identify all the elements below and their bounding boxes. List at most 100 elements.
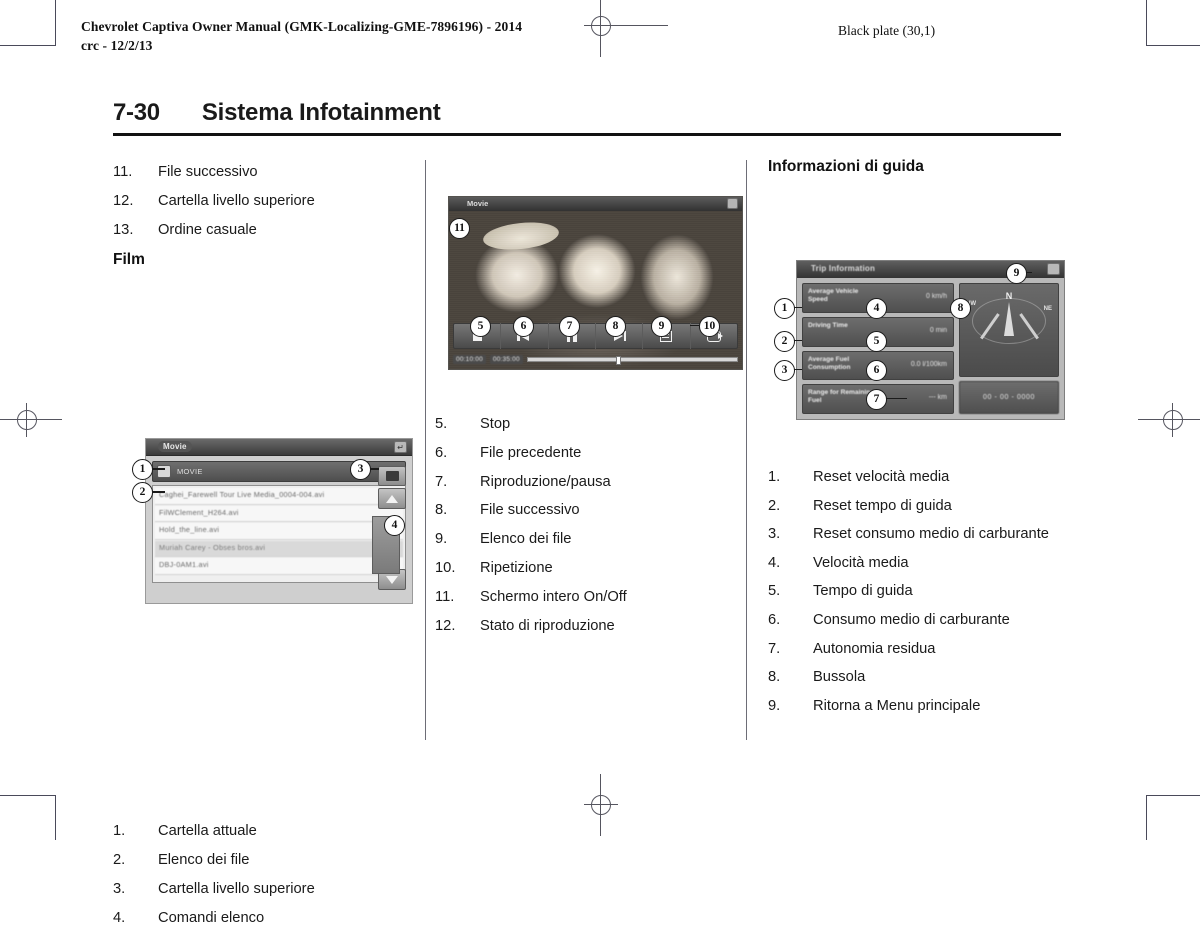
- list-item: 6. File precedente: [435, 439, 727, 468]
- list-item-number: 3.: [768, 526, 781, 543]
- registration-mark-right: [1138, 403, 1200, 437]
- progress-knob[interactable]: [615, 356, 621, 365]
- list-item: 1. Cartella attuale: [113, 817, 405, 846]
- list-item: 5. Tempo di guida: [768, 580, 1060, 602]
- registration-mark-left: [0, 403, 62, 437]
- return-icon[interactable]: [1047, 263, 1060, 275]
- list-movie-file-list-legend: 1. Cartella attuale 2. Elenco dei file 3. C…: [113, 817, 405, 932]
- screen-title-label: Movie: [158, 441, 192, 453]
- list-item-label: Velocità media: [813, 554, 909, 571]
- compass-needle-icon: [1004, 302, 1014, 336]
- list-item-label: Cartella attuale: [158, 823, 257, 840]
- list-item: 9. Elenco dei file: [435, 525, 727, 554]
- return-icon[interactable]: [727, 198, 738, 209]
- screen-titlebar: Movie: [449, 197, 742, 211]
- list-item: 8. File successivo: [435, 496, 727, 525]
- list-item-label: Bussola: [813, 669, 866, 686]
- crop-mark-bottom-right-v: [1146, 795, 1147, 840]
- list-item-label: Riproduzione/pausa: [480, 473, 611, 490]
- list-item-number: 6.: [435, 444, 448, 461]
- list-item-label: Stop: [480, 416, 511, 432]
- page-title: Sistema Infotainment: [201, 99, 441, 126]
- list-item-number: 3.: [113, 880, 126, 897]
- trip-information-body: Average Vehicle Speed 0 km/h Driving Tim…: [797, 278, 1064, 419]
- callout-11: 11: [449, 218, 470, 239]
- list-item-number: 5.: [435, 416, 448, 432]
- list-item[interactable]: DBJ-0AM1.avi: [155, 558, 403, 575]
- callout-9: 9: [651, 316, 672, 337]
- list-item[interactable]: FilWClement_H264.avi: [155, 505, 403, 523]
- list-item-number: 4.: [113, 909, 126, 926]
- list-item: 7. Riproduzione/pausa: [435, 468, 727, 497]
- compass-northeast-label: NE: [1043, 306, 1052, 312]
- list-item: 12. Stato di riproduzione: [435, 612, 727, 641]
- figure-movie-playback: Movie 00:10:00 00:35:00 11 5 6 7 8 9 10: [435, 158, 743, 386]
- compass-widget[interactable]: N NW NE: [959, 283, 1059, 378]
- callout-5: 5: [470, 316, 491, 337]
- figure-trip-information: Trip Information Average Vehicle Speed 0…: [768, 176, 1065, 438]
- video-display[interactable]: 00:10:00 00:35:00: [449, 211, 742, 369]
- infotainment-screen-trip-information: Trip Information Average Vehicle Speed 0…: [796, 260, 1065, 420]
- column-divider-2: [746, 160, 747, 740]
- list-item: 2. Elenco dei file: [113, 846, 405, 875]
- compass-north-label: N: [1005, 291, 1013, 301]
- list-item-label: Ordine casuale: [158, 221, 257, 238]
- list-item-label: Elenco dei file: [480, 531, 572, 548]
- crop-mark-top-right-v: [1146, 0, 1147, 45]
- list-item-number: 7.: [768, 640, 781, 657]
- list-item-label: Cartella livello superiore: [158, 192, 315, 209]
- callout-7: 7: [559, 316, 580, 337]
- callout-line-1: [151, 468, 165, 470]
- callout-6: 6: [866, 360, 887, 381]
- screen-titlebar: Movie ↵: [146, 439, 412, 457]
- callout-line-2: [151, 491, 165, 493]
- list-item-number: 11.: [435, 588, 455, 605]
- list-item[interactable]: Hold_the_line.avi: [155, 523, 403, 540]
- page-number: 7-30: [113, 99, 160, 126]
- list-item: 4. Velocità media: [768, 552, 1060, 574]
- crop-mark-bottom-right-h: [1146, 795, 1200, 796]
- return-icon[interactable]: ↵: [394, 441, 407, 454]
- progress-bar[interactable]: [526, 356, 738, 365]
- scroll-up-button[interactable]: [378, 488, 406, 510]
- callout-8: 8: [950, 298, 971, 319]
- list-item-label: Schermo intero On/Off: [480, 588, 627, 605]
- list-item-label: Autonomia residua: [813, 640, 936, 657]
- list-item: 3. Reset consumo medio di carburante: [768, 523, 1060, 545]
- page-title-block: 7-30 Sistema Infotainment: [113, 99, 1061, 136]
- list-item-label: File successivo: [158, 164, 258, 180]
- list-item-label: Comandi elenco: [158, 909, 265, 926]
- list-item[interactable]: Muriah Carey - Obses bros.avi: [155, 540, 403, 558]
- list-item: 11. Schermo intero On/Off: [435, 583, 727, 612]
- list-item-number: 12.: [435, 617, 456, 634]
- callout-4: 4: [866, 298, 887, 319]
- list-item: 3. Cartella livello superiore: [113, 875, 405, 904]
- crop-mark-top-left-v: [55, 0, 56, 45]
- crop-mark-top-right-h: [1146, 45, 1200, 46]
- list-item-number: 2.: [768, 497, 781, 514]
- list-item: 8. Bussola: [768, 666, 1060, 688]
- callout-6: 6: [513, 316, 534, 337]
- list-item[interactable]: Caghei_Farewell Tour Live Media_0004-004…: [155, 488, 403, 505]
- document-header-right: Black plate (30,1): [838, 23, 936, 38]
- section-heading-driving-info: Informazioni di guida: [768, 158, 924, 175]
- column-divider-1: [425, 160, 426, 740]
- figure-movie-file-list: Movie ↵ MOVIE Caghei_Farewell Tour Live …: [113, 269, 413, 619]
- list-item-number: 9.: [768, 697, 781, 714]
- folder-up-button[interactable]: [378, 466, 406, 487]
- list-item-label: Tempo di guida: [813, 583, 913, 600]
- list-item-label: File precedente: [480, 444, 582, 461]
- list-item-label: Ripetizione: [480, 559, 553, 576]
- column-left: 11. File successivo 12. Cartella livello s…: [113, 158, 413, 933]
- file-list[interactable]: Caghei_Farewell Tour Live Media_0004-004…: [152, 485, 406, 584]
- callout-line-10: [690, 325, 699, 327]
- trip-date-display: 00 - 00 - 0000: [959, 381, 1059, 414]
- list-item-number: 2.: [113, 852, 126, 869]
- list-item-number: 10.: [435, 559, 456, 576]
- list-item-number: 1.: [768, 469, 781, 485]
- document-header-left: Chevrolet Captiva Owner Manual (GMK-Loca…: [81, 17, 522, 55]
- list-item-number: 9.: [435, 531, 448, 548]
- range-remaining-fuel-value: --- km: [928, 394, 947, 402]
- infotainment-screen-file-list: Movie ↵ MOVIE Caghei_Farewell Tour Live …: [145, 438, 413, 605]
- list-item: 5. Stop: [435, 410, 727, 439]
